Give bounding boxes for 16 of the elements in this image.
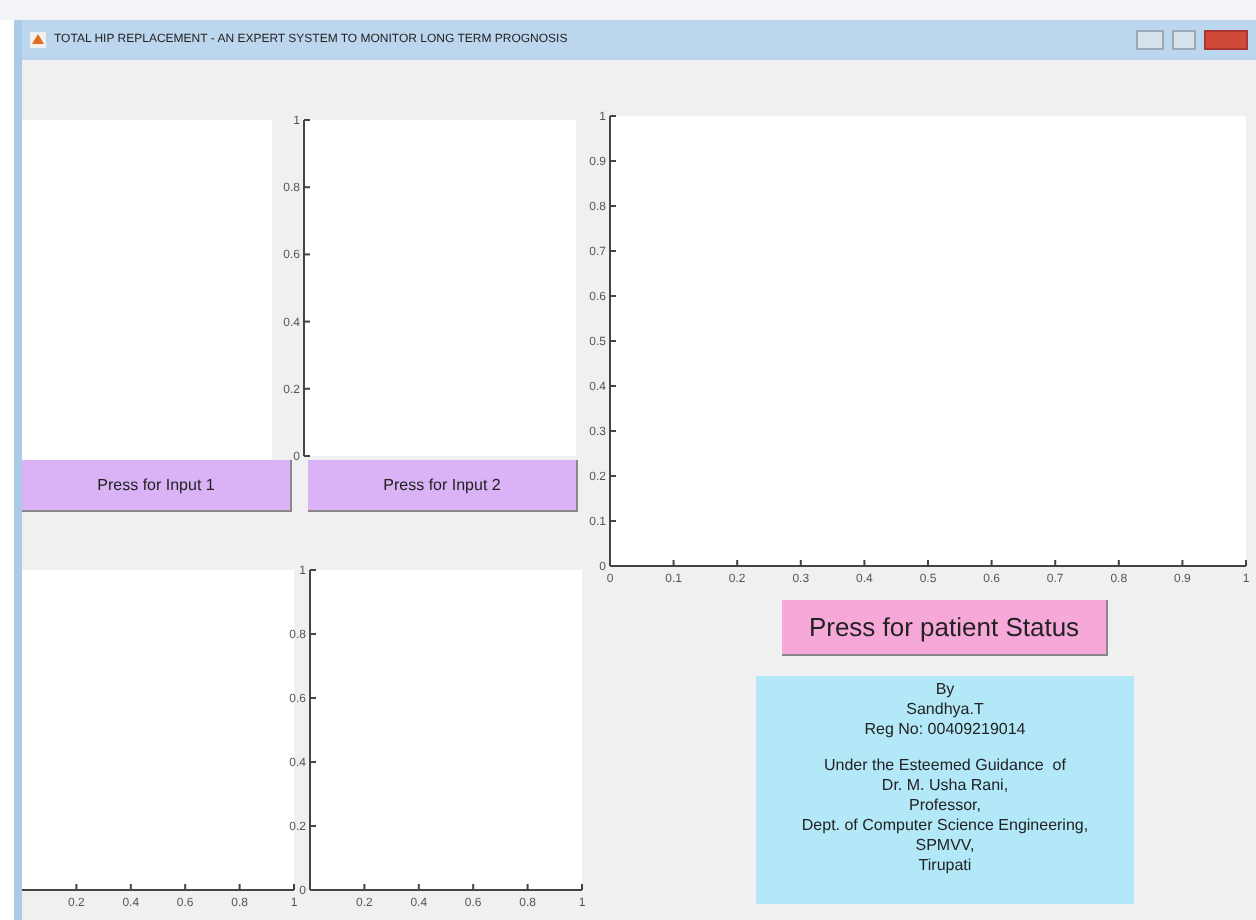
credit-line: Dr. M. Usha Rani, <box>881 776 1009 796</box>
credit-line: Dept. of Computer Science Engineering, <box>801 816 1089 836</box>
credit-line: Professor, <box>908 796 981 816</box>
minimize-button[interactable] <box>1136 30 1164 50</box>
close-button[interactable] <box>1204 30 1248 50</box>
credit-line: Sandhya.T <box>906 700 984 720</box>
credit-line: By <box>935 680 955 700</box>
credit-line: Under the Esteemed Guidance of <box>824 756 1066 776</box>
credit-line: SPMVV, <box>915 836 975 856</box>
app-icon <box>30 32 46 48</box>
input-button[interactable]: Press for Input 2 <box>308 460 578 512</box>
input-button[interactable]: Press for Input 1 <box>22 460 292 512</box>
credit-line: Reg No: 00409219014 <box>864 720 1026 740</box>
maximize-button[interactable] <box>1172 30 1196 50</box>
patient-status-button[interactable]: Press for patient Status <box>782 600 1108 656</box>
credit-line: Tirupati <box>918 856 972 876</box>
